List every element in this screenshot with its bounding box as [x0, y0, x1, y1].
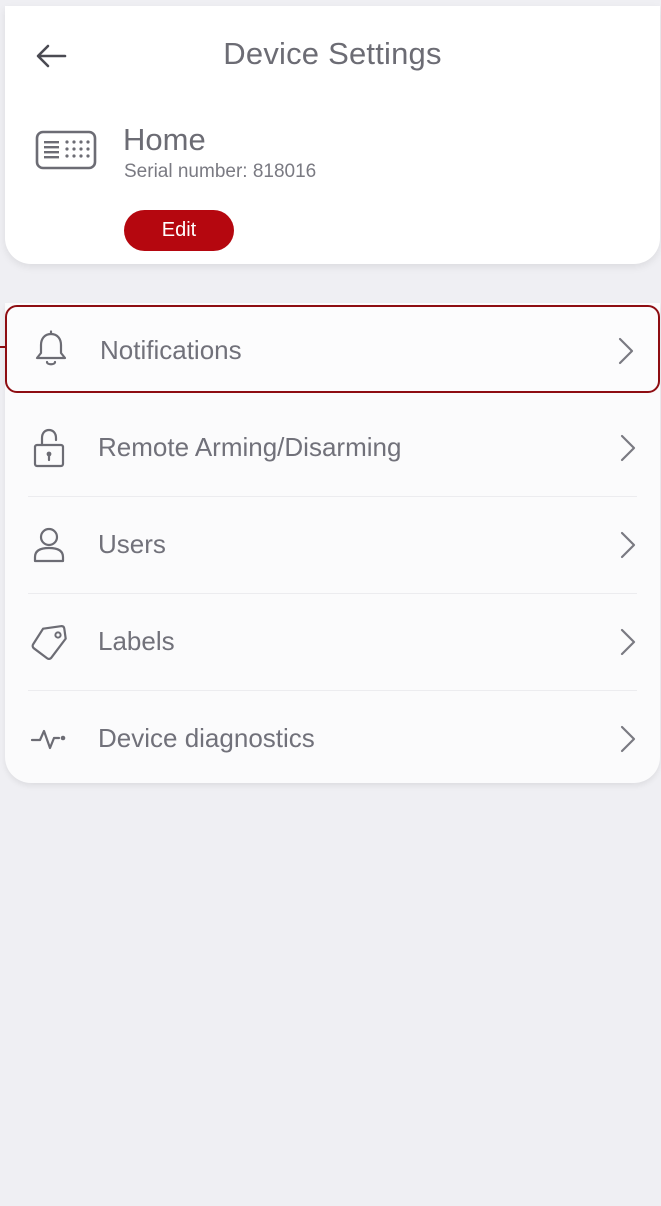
menu-item-users[interactable]: Users [5, 497, 660, 594]
lock-icon [29, 428, 69, 468]
device-name: Home [123, 122, 206, 157]
keypad-icon [35, 130, 97, 170]
menu-item-label: Labels [98, 626, 175, 656]
device-header-card: Device Settings Home Serial number: 8180… [5, 6, 660, 264]
menu-item-notifications[interactable]: Notifications [5, 305, 660, 393]
chevron-right-icon [620, 725, 636, 753]
menu-item-device-diagnostics[interactable]: Device diagnostics [5, 691, 660, 788]
chevron-right-icon [620, 531, 636, 559]
menu-item-label: Remote Arming/Disarming [98, 432, 402, 462]
bell-icon [31, 329, 71, 369]
settings-menu: Notifications Remote Arming/Disarming Us… [5, 303, 660, 783]
tag-icon [29, 622, 69, 662]
chevron-right-icon [620, 434, 636, 462]
menu-item-label: Users [98, 529, 166, 559]
chevron-right-icon [618, 337, 634, 365]
page-title: Device Settings [223, 36, 442, 71]
menu-item-label: Device diagnostics [98, 723, 315, 753]
menu-item-remote-arming[interactable]: Remote Arming/Disarming [5, 400, 660, 497]
serial-number: Serial number: 818016 [124, 161, 317, 182]
chevron-right-icon [620, 628, 636, 656]
pulse-icon [29, 719, 69, 759]
edit-button[interactable]: Edit [124, 210, 234, 251]
user-icon [29, 525, 69, 565]
menu-item-label: Notifications [100, 335, 242, 365]
menu-item-labels[interactable]: Labels [5, 594, 660, 691]
